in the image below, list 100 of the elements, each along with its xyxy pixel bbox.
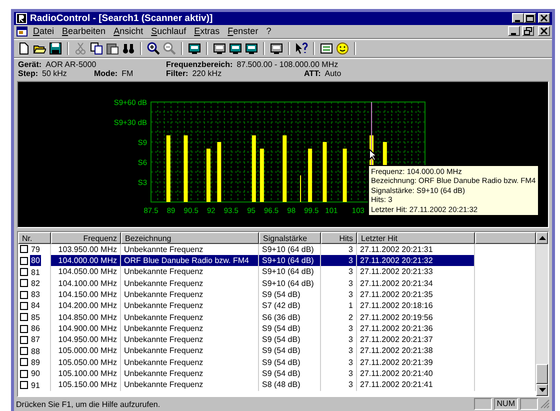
table-cell: 27.11.2002 20:21:38 xyxy=(357,345,475,357)
table-row[interactable]: 87 104.950.00 MHz Unbekannte Frequenz S9 (54 dB) 3 27.11.2002 20:21:37 xyxy=(18,334,536,346)
signal-bar xyxy=(322,142,327,202)
signal-bar xyxy=(206,148,210,202)
scrollbar[interactable] xyxy=(536,232,548,396)
app-logo-icon xyxy=(16,12,27,24)
binoculars-icon[interactable] xyxy=(122,42,135,55)
help-pointer-icon[interactable] xyxy=(295,42,308,55)
table-row[interactable]: 82 104.100.00 MHz Unbekannte Frequenz S9+10 (64 dB) 3 27.11.2002 20:21:34 xyxy=(18,278,536,289)
column-header[interactable]: Letzter Hit xyxy=(357,232,475,244)
zoom-out-icon[interactable] xyxy=(163,42,176,55)
table-cell: 27.11.2002 20:21:33 xyxy=(357,266,475,278)
checkbox[interactable] xyxy=(20,358,28,366)
table-cell: S7 (42 dB) xyxy=(259,300,321,312)
column-header[interactable]: Hits xyxy=(321,232,357,244)
monitor-icon[interactable] xyxy=(229,42,242,55)
table-cell: 3 xyxy=(321,322,357,334)
column-header[interactable] xyxy=(475,232,536,244)
restore-button[interactable] xyxy=(522,26,534,36)
table-row[interactable]: 90 105.100.00 MHz Unbekannte Frequenz S9 (54 dB) 3 27.11.2002 20:21:40 xyxy=(18,368,536,380)
table-cell: Unbekannte Frequenz xyxy=(121,266,259,278)
menu-item[interactable]: Suchlauf xyxy=(148,26,190,36)
checkbox[interactable] xyxy=(20,336,28,344)
table-cell: 104.900.00 MHz xyxy=(51,322,121,334)
menu-item[interactable]: Extras xyxy=(191,26,223,36)
table-row[interactable]: 86 104.900.00 MHz Unbekannte Frequenz S9 (54 dB) 3 27.11.2002 20:21:36 xyxy=(18,322,536,334)
column-header[interactable]: Signalstärke xyxy=(259,232,321,244)
table-cell: 3 xyxy=(321,379,357,391)
table-cell: 1 xyxy=(321,300,357,312)
table-cell: S6 (36 dB) xyxy=(259,312,321,323)
field-label: Step: xyxy=(18,69,38,79)
paste-icon[interactable] xyxy=(106,42,119,55)
field-label: Frequenzbereich: xyxy=(166,60,233,70)
close-button[interactable] xyxy=(538,13,550,24)
table-cell: 27.11.2002 20:21:36 xyxy=(357,322,475,334)
down-arrow-icon xyxy=(538,388,546,392)
table-cell: 91 xyxy=(30,380,41,390)
mouse-pointer-icon xyxy=(369,148,377,161)
table-cell: Unbekannte Frequenz xyxy=(121,300,259,312)
field-label: ATT: xyxy=(304,69,321,79)
checkbox[interactable] xyxy=(20,290,28,299)
checkbox[interactable] xyxy=(20,324,28,333)
table-cell: 83 xyxy=(30,289,41,300)
column-header[interactable]: Nr. xyxy=(18,232,51,244)
menu-item[interactable]: Ansicht xyxy=(110,26,146,36)
smiley-icon[interactable] xyxy=(336,42,349,55)
table-row[interactable]: 81 104.050.00 MHz Unbekannte Frequenz S9+10 (64 dB) 3 27.11.2002 20:21:33 xyxy=(18,266,536,278)
table-cell: 27.11.2002 20:21:39 xyxy=(357,356,475,368)
column-header[interactable]: Bezeichnung xyxy=(121,232,259,244)
table-row[interactable]: 80 104.000.00 MHz ORF Blue Danube Radio bzw. FM4 S9+10 (64 dB) 3 27.11.2002 20:21:32 xyxy=(18,255,536,266)
scroll-up-button[interactable] xyxy=(536,232,548,244)
monitor-icon[interactable] xyxy=(188,42,201,55)
table-row[interactable]: 88 105.000.00 MHz Unbekannte Frequenz S9 (54 dB) 3 27.11.2002 20:21:38 xyxy=(18,345,536,357)
table-cell: 3 xyxy=(321,266,357,278)
table-row[interactable]: 91 105.150.00 MHz Unbekannte Frequenz S8 (48 dB) 3 27.11.2002 20:21:41 xyxy=(18,379,536,391)
table-row[interactable]: 84 104.200.00 MHz Unbekannte Frequenz S7 (42 dB) 1 27.11.2002 20:18:16 xyxy=(18,300,536,312)
menu-item[interactable]: Bearbeiten xyxy=(59,26,109,36)
table-cell: Unbekannte Frequenz xyxy=(121,345,259,357)
checkbox[interactable] xyxy=(20,313,28,322)
table-cell: S9 (54 dB) xyxy=(259,368,321,380)
scroll-down-button[interactable] xyxy=(536,384,548,396)
minimize-button[interactable] xyxy=(508,26,520,36)
menu-item[interactable]: Datei xyxy=(30,26,58,36)
checkbox[interactable] xyxy=(20,279,28,288)
close-button[interactable] xyxy=(538,26,550,36)
checkbox[interactable] xyxy=(20,347,28,356)
table-cell: 87 xyxy=(30,334,41,346)
table-cell: S9 (54 dB) xyxy=(259,345,321,357)
menu-item[interactable]: Fenster xyxy=(224,26,262,36)
signal-bar xyxy=(252,135,256,202)
table-row[interactable]: 89 105.050.00 MHz Unbekannte Frequenz S9 (54 dB) 3 27.11.2002 20:21:39 xyxy=(18,356,536,368)
table-row[interactable]: 83 104.150.00 MHz Unbekannte Frequenz S9 (54 dB) 3 27.11.2002 20:21:35 xyxy=(18,288,536,300)
checkbox[interactable] xyxy=(20,256,28,265)
minimize-button[interactable] xyxy=(512,13,524,24)
maximize-button[interactable] xyxy=(524,13,536,24)
checkbox[interactable] xyxy=(20,381,28,389)
table-cell: 85 xyxy=(30,312,41,323)
copy-icon[interactable] xyxy=(90,42,103,55)
monitor-icon[interactable] xyxy=(213,42,226,55)
maximize-icon xyxy=(525,14,535,22)
scrollbar-thumb[interactable] xyxy=(536,364,548,384)
table-row[interactable]: 85 104.850.00 MHz Unbekannte Frequenz S6 (36 dB) 2 27.11.2002 20:19:56 xyxy=(18,312,536,323)
monitor-icon[interactable] xyxy=(245,42,258,55)
monitor-icon[interactable] xyxy=(270,42,283,55)
checkbox[interactable] xyxy=(20,370,28,378)
table-cell: 27.11.2002 20:21:35 xyxy=(357,288,475,300)
field-value: 87.500.00 - 108.000.00 MHz xyxy=(236,60,338,70)
list-icon[interactable] xyxy=(320,42,333,55)
table-cell: Unbekannte Frequenz xyxy=(121,356,259,368)
table-cell: 104.050.00 MHz xyxy=(51,266,121,278)
checkbox[interactable] xyxy=(20,268,28,276)
table-cell: 105.050.00 MHz xyxy=(51,356,121,368)
save-icon[interactable] xyxy=(49,42,62,55)
menu-item[interactable]: ? xyxy=(263,26,274,36)
new-file-icon[interactable] xyxy=(17,42,30,55)
checkbox[interactable] xyxy=(20,245,28,254)
checkbox[interactable] xyxy=(20,302,28,310)
close-icon xyxy=(539,14,549,22)
column-header[interactable]: Frequenz xyxy=(51,232,121,244)
zoom-in-icon[interactable] xyxy=(147,42,160,55)
